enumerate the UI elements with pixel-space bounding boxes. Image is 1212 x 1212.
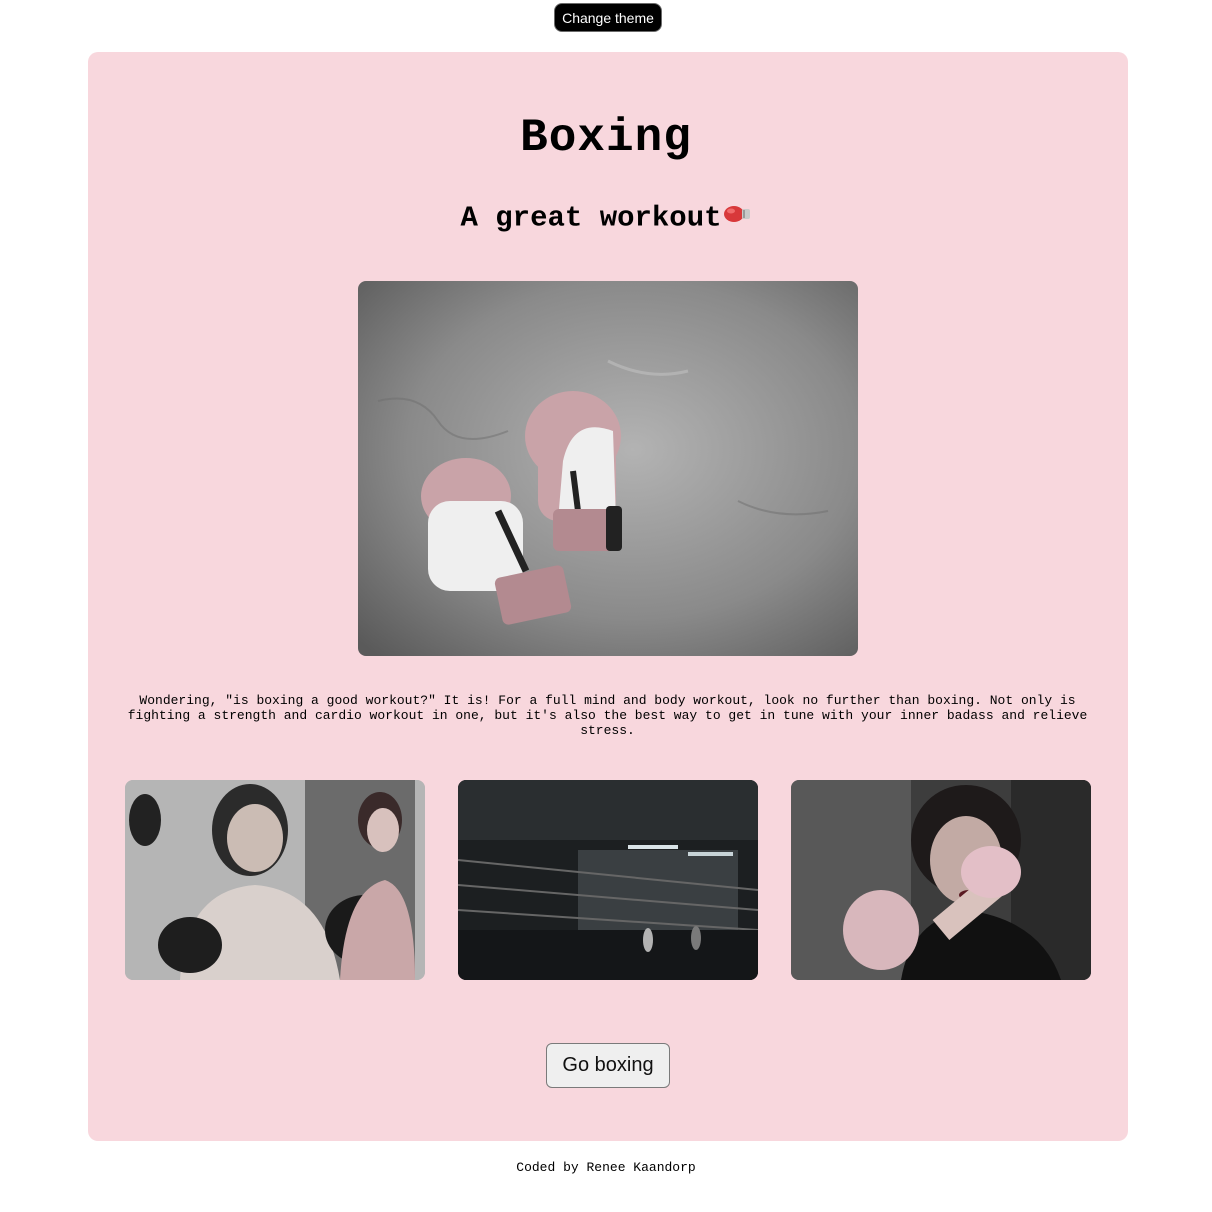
boxing-description: Wondering, "is boxing a good workout?" I… bbox=[127, 693, 1088, 738]
hero-image-boxing-gloves bbox=[358, 281, 858, 656]
image-boxing-gym-ring bbox=[458, 780, 758, 980]
image-woman-punching bbox=[791, 780, 1091, 980]
page-title: Boxing bbox=[520, 112, 692, 164]
change-theme-button[interactable]: Change theme bbox=[554, 3, 662, 32]
go-boxing-button[interactable]: Go boxing bbox=[546, 1043, 670, 1088]
boxing-glove-icon bbox=[722, 198, 752, 238]
page-subtitle: A great workout bbox=[0, 198, 1212, 239]
footer-credit: Coded by Renee Kaandorp bbox=[516, 1160, 696, 1175]
subtitle-text: A great workout bbox=[460, 201, 722, 235]
image-women-boxing bbox=[125, 780, 425, 980]
